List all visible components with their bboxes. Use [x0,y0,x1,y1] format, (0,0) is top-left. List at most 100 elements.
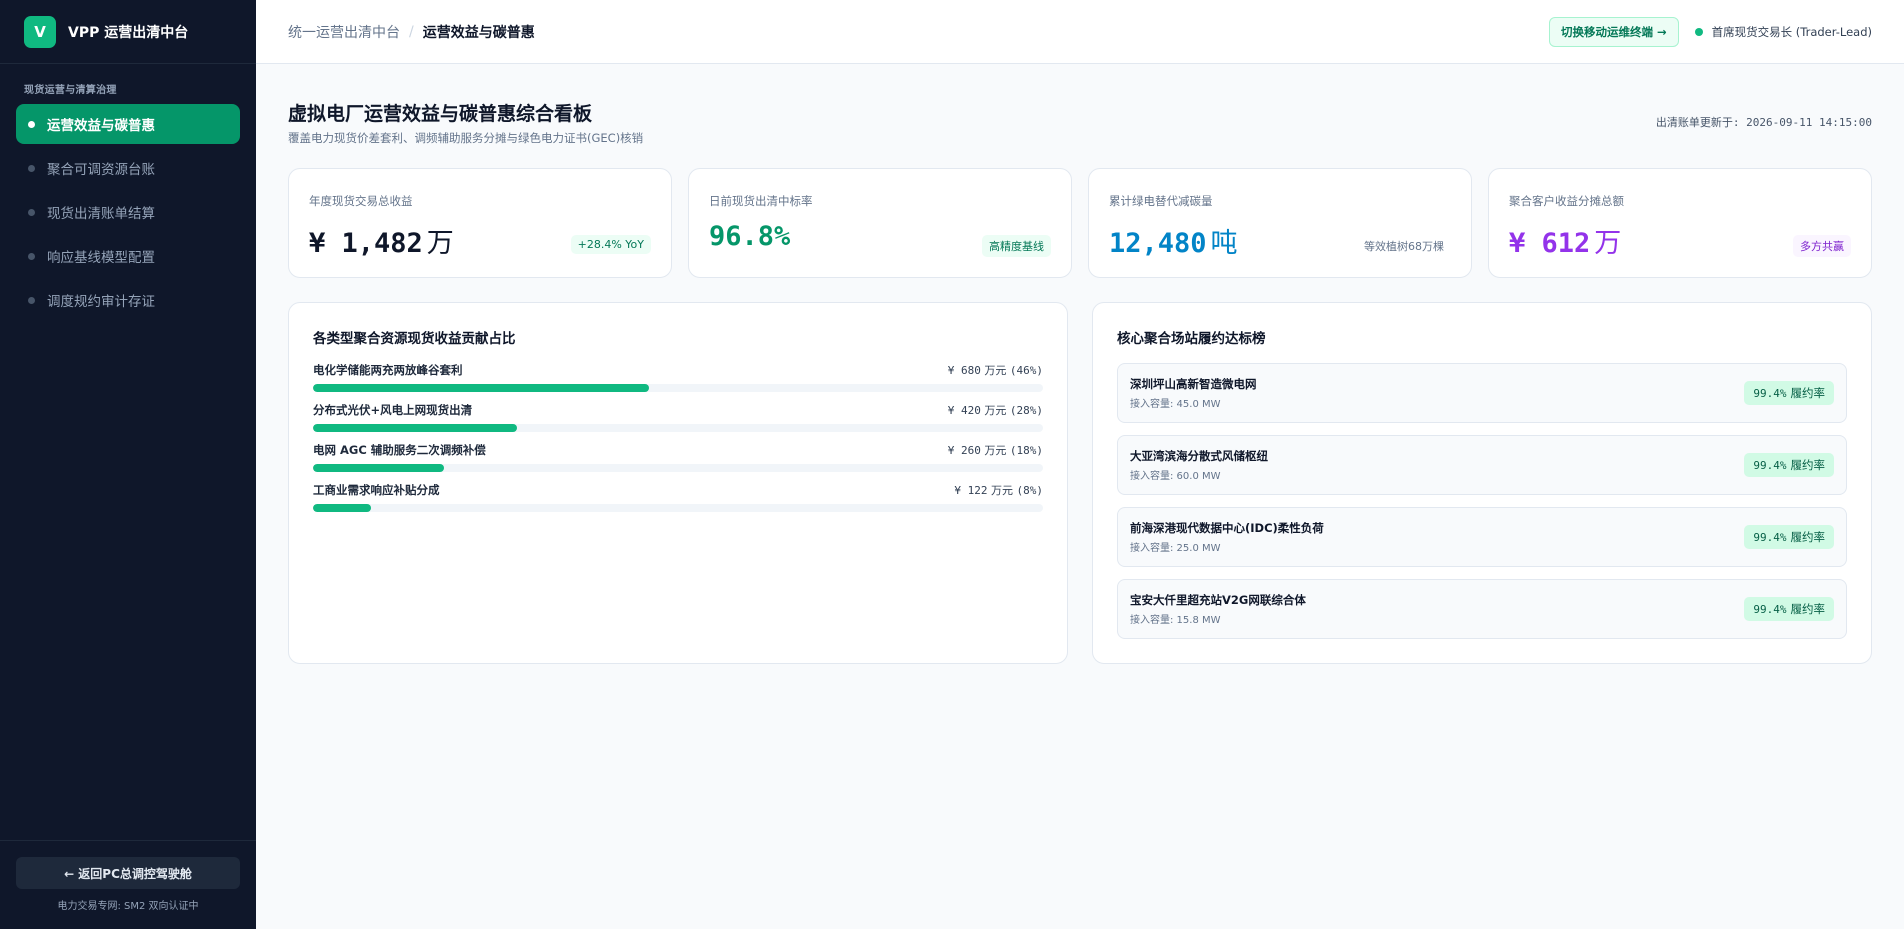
fulfillment-badge: 99.4% 履约率 [1744,453,1834,477]
station-capacity: 接入容量: 15.8 MW [1130,615,1221,626]
kpi-card-carbon-reduction: 累计绿电替代减碳量 12,480 吨 等效植树68万棵 [1088,168,1472,278]
kpi-tag: 等效植树68万棵 [1364,240,1444,253]
topbar: 统一运营出清中台 / 运营效益与碳普惠 切换移动运维终端 → 首席现货交易长 (… [256,0,1904,64]
breadcrumb-current: 运营效益与碳普惠 [422,24,535,41]
bullet-icon [28,164,35,172]
progress-track [313,464,1043,472]
sidebar-item-label: 现货出清账单结算 [47,206,155,222]
kpi-value: ¥ 612 万 [1509,221,1621,260]
kpi-unit: 万 [426,228,454,259]
bar-value: ¥ 260 万元 (18%) [947,444,1043,457]
bullet-icon [28,120,35,128]
kpi-value: 96.8% [709,221,790,252]
network-status-note: 电力交易专网: SM2 双向认证中 [57,901,199,912]
sidebar-item-settlement[interactable]: 现货出清账单结算 [16,192,240,232]
station-name: 宝安大仟里超充站V2G网联综合体 [1130,593,1306,607]
last-updated: 出清账单更新于: 2026-09-11 14:15:00 [1655,116,1872,129]
brand-logo: V [24,15,56,48]
contribution-panel: 各类型聚合资源现货收益贡献占比 电化学储能两充两放峰谷套利 ¥ 680 万元 (… [288,302,1068,664]
bar-value: ¥ 680 万元 (46%) [947,364,1043,377]
contribution-row: 工商业需求响应补贴分成 ¥ 122 万元 (8%) [313,482,1043,512]
contribution-bars: 电化学储能两充两放峰谷套利 ¥ 680 万元 (46%) 分布式光伏+风电上网现… [313,362,1043,512]
panels-row: 各类型聚合资源现货收益贡献占比 电化学储能两充两放峰谷套利 ¥ 680 万元 (… [288,302,1872,664]
nav-section-label: 现货运营与清算治理 [24,85,117,96]
kpi-row: 年度现货交易总收益 ¥ 1,482 万 +28.4% YoY 日前现货出清中标率 … [288,168,1872,278]
contribution-row: 电网 AGC 辅助服务二次调频补偿 ¥ 260 万元 (18%) [313,442,1043,472]
breadcrumb: 统一运营出清中台 / 运营效益与碳普惠 [288,22,535,42]
kpi-label: 累计绿电替代减碳量 [1109,194,1213,208]
user-info: 首席现货交易长 (Trader-Lead) [1694,24,1872,40]
back-to-cockpit-button[interactable]: ← 返回PC总调控驾驶舱 [16,857,240,889]
kpi-number: 12,480 [1109,228,1207,259]
bullet-icon [28,208,35,216]
brand-title: VPP 运营出清中台 [68,24,189,41]
sidebar-footer: ← 返回PC总调控驾驶舱 电力交易专网: SM2 双向认证中 [0,840,256,929]
panel-title: 各类型聚合资源现货收益贡献占比 [313,331,516,347]
breadcrumb-separator: / [409,23,414,40]
station-capacity: 接入容量: 25.0 MW [1130,543,1221,554]
fulfillment-badge: 99.4% 履约率 [1744,381,1834,405]
station-name: 大亚湾滨海分散式风储枢纽 [1130,449,1268,463]
kpi-number: ¥ 1,482 [309,228,423,259]
bullet-icon [28,296,35,304]
page-title: 虚拟电厂运营效益与碳普惠综合看板 [288,103,593,125]
sidebar-item-label: 响应基线模型配置 [47,250,155,266]
sidebar-item-label: 聚合可调资源台账 [47,162,155,178]
kpi-number: ¥ 612 [1509,228,1591,259]
sidebar-item-baseline-config[interactable]: 响应基线模型配置 [16,236,240,276]
list-item[interactable]: 宝安大仟里超充站V2G网联综合体 接入容量: 15.8 MW 99.4% 履约率 [1117,579,1847,639]
bar-value: ¥ 420 万元 (28%) [947,404,1043,417]
kpi-tag: 高精度基线 [982,235,1051,257]
bar-label: 电化学储能两充两放峰谷套利 [313,363,463,377]
kpi-label: 年度现货交易总收益 [309,194,413,208]
list-item[interactable]: 大亚湾滨海分散式风储枢纽 接入容量: 60.0 MW 99.4% 履约率 [1117,435,1847,495]
progress-fill [313,464,445,472]
breadcrumb-root-link[interactable]: 统一运营出清中台 [288,22,400,42]
bar-label: 电网 AGC 辅助服务二次调频补偿 [313,443,486,457]
progress-fill [313,384,649,392]
fulfillment-badge: 99.4% 履约率 [1744,525,1834,549]
progress-fill [313,424,518,432]
page-subtitle: 覆盖电力现货价差套利、调频辅助服务分摊与绿色电力证书(GEC)核销 [288,131,644,145]
progress-track [313,504,1043,512]
sidebar-item-resource-ledger[interactable]: 聚合可调资源台账 [16,148,240,188]
topbar-actions: 切换移动运维终端 → 首席现货交易长 (Trader-Lead) [1548,16,1872,47]
progress-fill [313,504,372,512]
kpi-unit: 吨 [1210,228,1238,259]
brand: V VPP 运营出清中台 [0,0,256,64]
ranking-panel: 核心聚合场站履约达标榜 深圳坪山高新智造微电网 接入容量: 45.0 MW 99… [1092,302,1872,664]
sidebar-item-label: 调度规约审计存证 [47,294,155,310]
page-header: 虚拟电厂运营效益与碳普惠综合看板 覆盖电力现货价差套利、调频辅助服务分摊与绿色电… [288,64,1872,164]
fulfillment-badge: 99.4% 履约率 [1744,597,1834,621]
kpi-value: 12,480 吨 [1109,221,1238,260]
contribution-row: 电化学储能两充两放峰谷套利 ¥ 680 万元 (46%) [313,362,1043,392]
kpi-unit: 万 [1594,228,1622,259]
station-capacity: 接入容量: 45.0 MW [1130,399,1221,410]
list-item[interactable]: 深圳坪山高新智造微电网 接入容量: 45.0 MW 99.4% 履约率 [1117,363,1847,423]
kpi-card-bid-rate: 日前现货出清中标率 96.8% 高精度基线 [688,168,1072,278]
sidebar-item-operations-benefit[interactable]: 运营效益与碳普惠 [16,104,240,144]
progress-track [313,424,1043,432]
main-content: 虚拟电厂运营效益与碳普惠综合看板 覆盖电力现货价差套利、调频辅助服务分摊与绿色电… [288,64,1872,664]
kpi-label: 聚合客户收益分摊总额 [1509,194,1624,208]
user-role: 首席现货交易长 (Trader-Lead) [1711,24,1872,39]
kpi-value: ¥ 1,482 万 [309,221,454,260]
contribution-row: 分布式光伏+风电上网现货出清 ¥ 420 万元 (28%) [313,402,1043,432]
bar-value: ¥ 122 万元 (8%) [954,484,1043,497]
sidebar: V VPP 运营出清中台 现货运营与清算治理 运营效益与碳普惠 聚合可调资源台账… [0,0,256,929]
list-item[interactable]: 前海深港现代数据中心(IDC)柔性负荷 接入容量: 25.0 MW 99.4% 履… [1117,507,1847,567]
kpi-tag: +28.4% YoY [570,235,651,254]
sidebar-item-label: 运营效益与碳普惠 [47,118,155,134]
panel-title: 核心聚合场站履约达标榜 [1117,331,1266,347]
kpi-card-annual-revenue: 年度现货交易总收益 ¥ 1,482 万 +28.4% YoY [288,168,672,278]
station-name: 前海深港现代数据中心(IDC)柔性负荷 [1130,521,1324,535]
kpi-card-client-share: 聚合客户收益分摊总额 ¥ 612 万 多方共赢 [1488,168,1872,278]
bullet-icon [28,252,35,260]
kpi-label: 日前现货出清中标率 [709,194,813,208]
switch-mobile-terminal-button[interactable]: 切换移动运维终端 → [1548,16,1679,47]
progress-track [313,384,1043,392]
bar-label: 分布式光伏+风电上网现货出清 [313,403,473,417]
station-capacity: 接入容量: 60.0 MW [1130,471,1221,482]
sidebar-item-audit[interactable]: 调度规约审计存证 [16,280,240,320]
online-status-icon [1694,27,1703,36]
